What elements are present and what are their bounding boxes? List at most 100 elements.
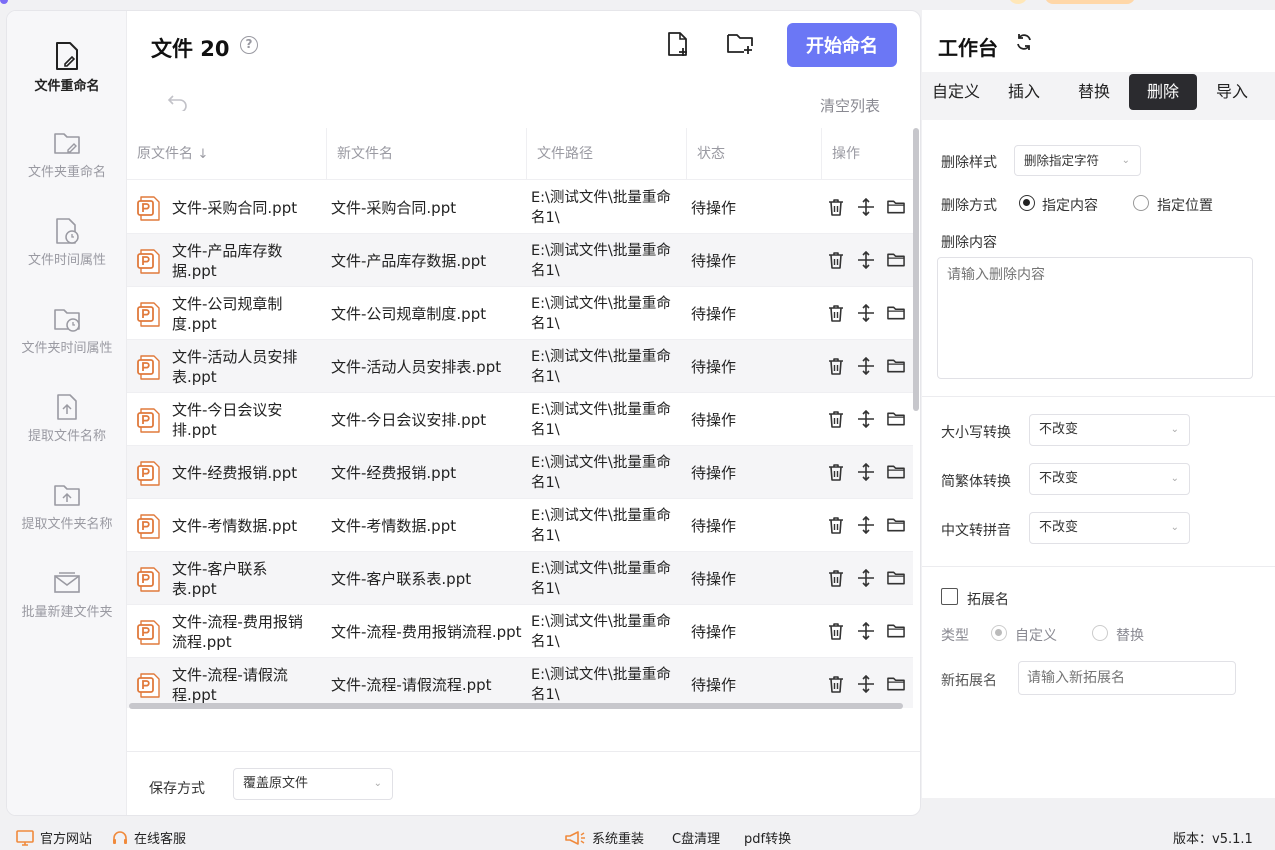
- delete-row-button[interactable]: [827, 567, 845, 589]
- delete-row-button[interactable]: [827, 620, 845, 642]
- move-row-button[interactable]: [857, 249, 875, 271]
- folder-icon: [887, 359, 905, 373]
- folder-icon: [887, 518, 905, 532]
- move-row-button[interactable]: [857, 620, 875, 642]
- main-panel: 文件重命名 文件夹重命名 文件时间属性 文件夹时间属性 提取文件名称 提取文件夹…: [6, 10, 921, 816]
- table-row[interactable]: 文件-公司规章制度.ppt 文件-公司规章制度.ppt E:\测试文件\批量重命…: [127, 287, 913, 340]
- new-extension-input[interactable]: [1018, 661, 1236, 695]
- table-row[interactable]: 文件-产品库存数据.ppt 文件-产品库存数据.ppt E:\测试文件\批量重命…: [127, 234, 913, 287]
- delete-row-button[interactable]: [827, 302, 845, 324]
- open-folder-button[interactable]: [887, 408, 905, 430]
- pdf-convert-link[interactable]: pdf转换: [744, 828, 791, 847]
- add-file-button[interactable]: [663, 29, 693, 59]
- tab-custom[interactable]: 自定义: [926, 74, 986, 110]
- open-folder-button[interactable]: [887, 355, 905, 377]
- case-convert-label: 大小写转换: [941, 425, 1011, 441]
- tab-import[interactable]: 导入: [1202, 74, 1262, 110]
- pinyin-convert-select[interactable]: 不改变 ⌄: [1029, 512, 1190, 544]
- official-website-link[interactable]: 官方网站: [16, 828, 92, 847]
- table-row[interactable]: 文件-考情数据.ppt 文件-考情数据.ppt E:\测试文件\批量重命名1\ …: [127, 499, 913, 552]
- tab-replace[interactable]: 替换: [1063, 74, 1125, 110]
- radio-type-custom[interactable]: [991, 625, 1007, 641]
- move-row-button[interactable]: [857, 408, 875, 430]
- move-row-button[interactable]: [857, 514, 875, 536]
- table-row[interactable]: 文件-今日会议安排.ppt 文件-今日会议安排.ppt E:\测试文件\批量重命…: [127, 393, 913, 446]
- delete-row-button[interactable]: [827, 408, 845, 430]
- system-reinstall-link[interactable]: 系统重装: [564, 828, 644, 847]
- table-row[interactable]: 文件-采购合同.ppt 文件-采购合同.ppt E:\测试文件\批量重命名1\ …: [127, 181, 913, 234]
- clear-list-button[interactable]: 清空列表: [820, 95, 880, 116]
- undo-button[interactable]: [167, 93, 189, 115]
- open-folder-button[interactable]: [887, 514, 905, 536]
- new-name-cell: 文件-流程-请假流程.ppt: [331, 675, 492, 694]
- chevron-down-icon: ⌄: [1121, 155, 1130, 166]
- move-icon: [858, 251, 874, 269]
- tab-delete[interactable]: 删除: [1129, 74, 1197, 110]
- radio-specified-position[interactable]: [1133, 195, 1149, 211]
- sidebar-item-folder-time[interactable]: 文件夹时间属性: [7, 305, 127, 385]
- row-actions: [827, 620, 905, 642]
- move-row-button[interactable]: [857, 461, 875, 483]
- save-mode-select[interactable]: 覆盖原文件 ⌄: [233, 768, 393, 800]
- start-rename-button[interactable]: 开始命名: [787, 23, 897, 67]
- delete-row-button[interactable]: [827, 355, 845, 377]
- radio-type-replace[interactable]: [1092, 625, 1108, 641]
- delete-row-button[interactable]: [827, 461, 845, 483]
- table-row[interactable]: 文件-客户联系表.ppt 文件-客户联系表.ppt E:\测试文件\批量重命名1…: [127, 552, 913, 605]
- move-row-button[interactable]: [857, 355, 875, 377]
- row-actions: [827, 355, 905, 377]
- online-service-link[interactable]: 在线客服: [112, 828, 186, 847]
- delete-style-select[interactable]: 删除指定字符 ⌄: [1014, 145, 1141, 176]
- path-cell: E:\测试文件\批量重命名1\: [531, 348, 671, 385]
- open-folder-button[interactable]: [887, 567, 905, 589]
- open-folder-button[interactable]: [887, 461, 905, 483]
- col-status: 状态: [687, 128, 822, 180]
- help-icon[interactable]: ?: [240, 36, 258, 54]
- new-name-cell: 文件-今日会议安排.ppt: [331, 410, 487, 429]
- sidebar-item-file-rename[interactable]: 文件重命名: [7, 41, 127, 121]
- sidebar-item-extract-folder[interactable]: 提取文件夹名称: [7, 481, 127, 561]
- open-folder-button[interactable]: [887, 673, 905, 695]
- row-actions: [827, 461, 905, 483]
- add-file-icon: [668, 32, 687, 56]
- move-row-button[interactable]: [857, 196, 875, 218]
- move-row-button[interactable]: [857, 567, 875, 589]
- open-folder-button[interactable]: [887, 249, 905, 271]
- delete-row-button[interactable]: [827, 196, 845, 218]
- tab-insert[interactable]: 插入: [994, 74, 1054, 110]
- refresh-button[interactable]: [1014, 32, 1034, 56]
- open-folder-button[interactable]: [887, 196, 905, 218]
- delete-row-button[interactable]: [827, 249, 845, 271]
- open-folder-button[interactable]: [887, 620, 905, 642]
- delete-content-input[interactable]: [937, 257, 1253, 379]
- table-row[interactable]: 文件-活动人员安排表.ppt 文件-活动人员安排表.ppt E:\测试文件\批量…: [127, 340, 913, 393]
- status-cell: 待操作: [691, 357, 737, 376]
- table-row[interactable]: 文件-流程-费用报销流程.ppt 文件-流程-费用报销流程.ppt E:\测试文…: [127, 605, 913, 658]
- status-cell: 待操作: [691, 251, 737, 270]
- add-folder-button[interactable]: [725, 29, 755, 59]
- sidebar-item-batch-folder[interactable]: 批量新建文件夹: [7, 569, 127, 649]
- trad-convert-select[interactable]: 不改变 ⌄: [1029, 463, 1190, 495]
- table-row[interactable]: 文件-经费报销.ppt 文件-经费报销.ppt E:\测试文件\批量重命名1\ …: [127, 446, 913, 499]
- col-original-name[interactable]: 原文件名 ↓: [127, 128, 327, 180]
- sidebar-item-folder-rename[interactable]: 文件夹重命名: [7, 129, 127, 209]
- vertical-scrollbar[interactable]: [913, 128, 919, 411]
- extension-checkbox[interactable]: [941, 588, 958, 605]
- folder-icon: [887, 306, 905, 320]
- move-icon: [858, 198, 874, 216]
- delete-row-button[interactable]: [827, 673, 845, 695]
- original-name-cell: 文件-客户联系表.ppt: [172, 559, 268, 598]
- case-convert-select[interactable]: 不改变 ⌄: [1029, 414, 1190, 446]
- radio-specified-content[interactable]: [1019, 195, 1035, 211]
- delete-row-button[interactable]: [827, 514, 845, 536]
- horizontal-scrollbar[interactable]: [129, 703, 903, 709]
- open-folder-button[interactable]: [887, 302, 905, 324]
- move-row-button[interactable]: [857, 302, 875, 324]
- c-drive-clean-link[interactable]: C盘清理: [672, 828, 720, 847]
- file-table: 原文件名 ↓ 新文件名 文件路径 状态 操作 文件-采购合同.ppt 文件-采购…: [127, 128, 913, 708]
- table-row[interactable]: 文件-流程-请假流程.ppt 文件-流程-请假流程.ppt E:\测试文件\批量…: [127, 658, 913, 708]
- workspace-title: 工作台: [938, 36, 998, 60]
- move-row-button[interactable]: [857, 673, 875, 695]
- sidebar-item-file-time[interactable]: 文件时间属性: [7, 217, 127, 297]
- sidebar-item-extract-file[interactable]: 提取文件名称: [7, 393, 127, 473]
